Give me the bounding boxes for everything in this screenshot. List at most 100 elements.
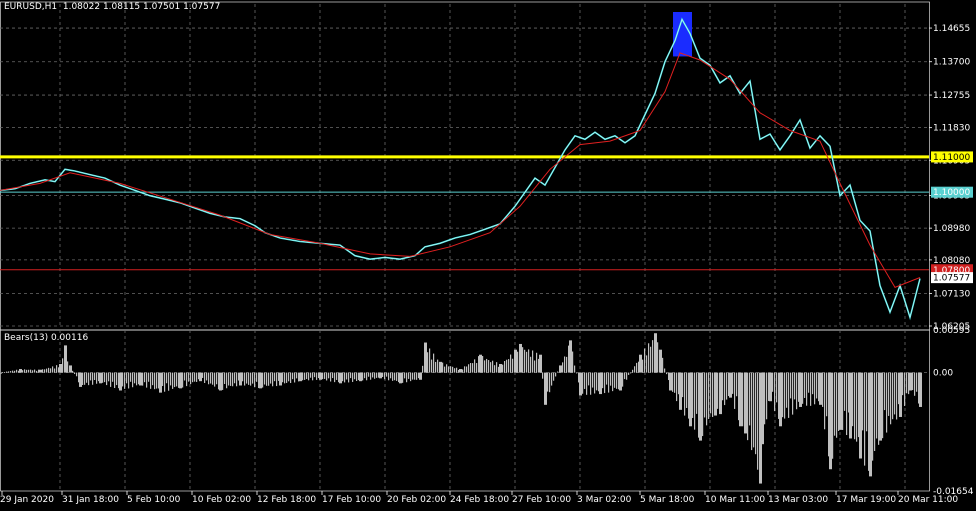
bears-bar (699, 372, 702, 441)
bears-bar (882, 372, 884, 439)
bears-bar (792, 372, 794, 415)
bears-bar (339, 372, 342, 384)
bears-bar (462, 369, 464, 373)
bears-bar (424, 342, 427, 373)
bears-bar (804, 372, 806, 398)
bears-bar (612, 372, 614, 392)
ohlc-values: 1.08022 1.08115 1.07501 1.07577 (62, 2, 221, 12)
bears-bar (394, 372, 396, 381)
bears-bar (608, 372, 610, 393)
bears-bar (454, 368, 456, 373)
bears-bar (784, 372, 786, 419)
bears-bar (524, 349, 526, 373)
bears-bar (128, 372, 130, 389)
bears-bar (134, 372, 136, 384)
bears-bar (246, 372, 248, 384)
bears-bar (399, 372, 402, 384)
bears-bar (644, 348, 646, 373)
bears-bar (228, 372, 230, 386)
bears-bar (299, 372, 302, 382)
bears-bar (622, 372, 624, 387)
time-axis-label: 13 Mar 03:00 (768, 495, 828, 505)
bears-bar (126, 372, 128, 384)
bears-bar (755, 372, 757, 455)
bears-bar (744, 372, 747, 434)
bears-bar (619, 372, 622, 391)
bears-bar (230, 372, 232, 386)
price-tick-label: 1.13700 (933, 58, 970, 68)
bears-bar (67, 361, 69, 373)
bears-bar (130, 372, 132, 382)
bears-bar (288, 372, 290, 382)
bears-bar (508, 359, 510, 373)
yellow-level-tag-label: 1.11000 (933, 153, 970, 163)
bears-bar (296, 372, 298, 379)
bears-bar (52, 366, 54, 373)
bears-bar (344, 372, 346, 383)
bears-bar (322, 372, 324, 380)
bears-bar (856, 372, 858, 442)
bears-bar (190, 372, 192, 385)
bears-bar (490, 362, 492, 373)
bears-bar (192, 372, 194, 383)
bears-bar (528, 349, 530, 373)
bears-bar (50, 368, 52, 373)
bears-bar (822, 372, 824, 407)
bears-bar (302, 372, 304, 381)
bears-bar (56, 365, 58, 373)
bears-bar (652, 340, 654, 373)
bears-bar (86, 372, 88, 383)
bears-bar (456, 367, 458, 373)
bears-bar (786, 372, 788, 408)
bears-bar (492, 360, 494, 373)
bears-bar (179, 372, 182, 389)
bears-bar (708, 372, 710, 419)
bears-bar (572, 351, 574, 373)
bears-bar (551, 372, 553, 386)
bears-bar (194, 372, 196, 382)
bears-bar (566, 356, 568, 373)
bears-bar (616, 372, 618, 389)
bears-bar (854, 372, 856, 440)
bears-bar (582, 372, 584, 394)
bears-bar (244, 372, 246, 386)
bears-bar (44, 369, 46, 373)
bears-bar (706, 372, 708, 426)
bears-bar (159, 372, 162, 393)
bears-bar (912, 372, 914, 391)
bears-bar (884, 372, 886, 411)
bears-bar (92, 372, 94, 385)
bears-bar (714, 372, 717, 416)
bears-bar (468, 364, 470, 373)
bears-bar (576, 372, 578, 374)
bears-bar (862, 372, 864, 431)
bears-bar (74, 372, 76, 375)
bears-bar (208, 372, 210, 385)
price-line (0, 17, 921, 321)
chart-canvas[interactable]: 1.146551.137001.127551.118301.109051.099… (0, 0, 976, 511)
bears-bar (669, 372, 672, 391)
bears-bar (427, 352, 429, 373)
bears-bar (416, 372, 418, 380)
bears-bar (72, 370, 74, 373)
bears-bar (16, 369, 18, 373)
price-tick-label: 1.08980 (933, 224, 970, 234)
bears-bar (326, 372, 328, 381)
bears-bar (530, 356, 532, 373)
bears-bar (766, 372, 768, 420)
bears-bar (774, 372, 776, 412)
bears-bar (896, 372, 898, 420)
time-axis-label: 17 Mar 19:00 (836, 495, 896, 505)
bears-bar (270, 372, 272, 384)
bears-bar (692, 372, 694, 418)
chart-window[interactable]: 1.146551.137001.127551.118301.109051.099… (0, 0, 976, 511)
bears-bar (532, 350, 534, 373)
bears-bar (372, 372, 374, 378)
bears-bar (682, 372, 684, 398)
bears-bar (710, 372, 712, 414)
bears-bar (602, 372, 604, 389)
bears-bar (636, 362, 638, 373)
bears-bar (96, 372, 98, 384)
bears-bar (136, 372, 138, 386)
bears-bar (914, 372, 916, 396)
